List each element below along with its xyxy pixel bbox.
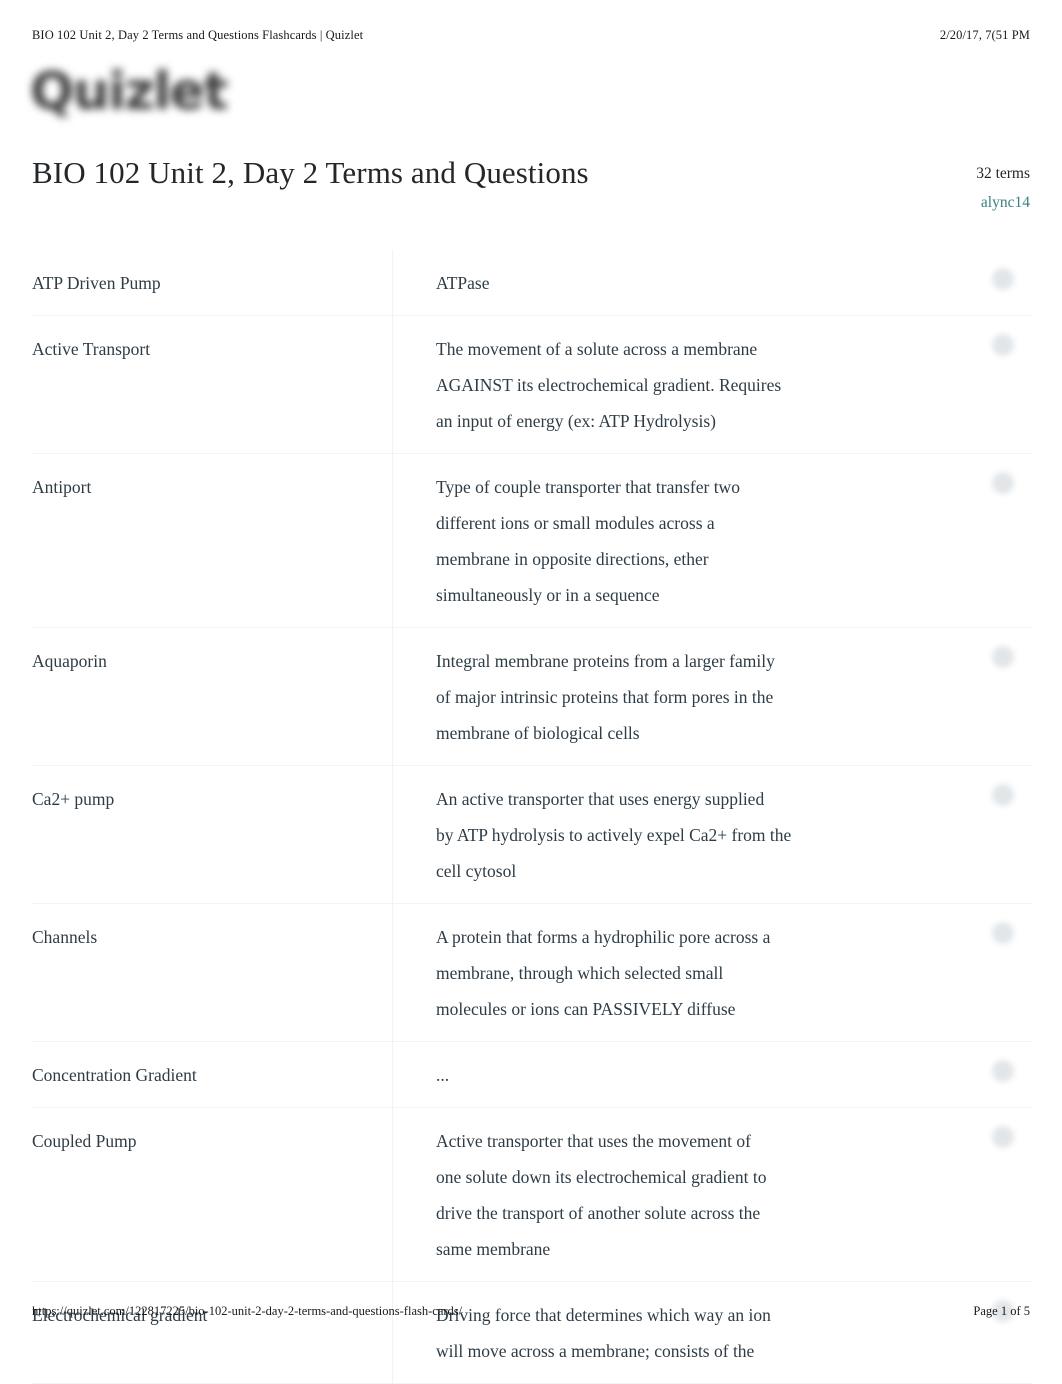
flashcard-term: Active Transport (32, 339, 151, 359)
print-header: BIO 102 Unit 2, Day 2 Terms and Question… (0, 0, 1062, 55)
audio-icon[interactable] (992, 268, 1014, 290)
flashcard-definition: An active transporter that uses energy s… (436, 789, 792, 881)
quizlet-logo-wordmark: Quizlet (30, 62, 228, 122)
flashcard-definition: ATPase (436, 273, 490, 293)
flashcard-term: Concentration Gradient (32, 1065, 197, 1085)
audio-icon[interactable] (992, 472, 1014, 494)
page-title: BIO 102 Unit 2, Day 2 Terms and Question… (32, 155, 589, 190)
flashcard-term: Aquaporin (32, 651, 107, 671)
flashcard-definition: ... (436, 1065, 450, 1085)
flashcard-row: Channels A protein that forms a hydrophil… (32, 904, 1032, 1042)
author-link[interactable]: alync14 (900, 192, 1030, 214)
print-footer: https://quizlet.com/122817225/bio-102-un… (0, 1304, 1062, 1319)
flashcard-term: Channels (32, 927, 98, 947)
flashcard-term: ATP Driven Pump (32, 273, 161, 293)
flashcard-term: Ca2+ pump (32, 789, 115, 809)
flashcard-definition: Integral membrane proteins from a larger… (436, 651, 775, 743)
audio-icon[interactable] (992, 646, 1014, 668)
flashcard-row: Active Transport The movement of a solute… (32, 316, 1032, 454)
flashcard-definition: The movement of a solute across a membra… (436, 339, 782, 431)
flashcard-row: Concentration Gradient... (32, 1042, 1032, 1108)
audio-icon[interactable] (992, 784, 1014, 806)
print-footer-url: https://quizlet.com/122817225/bio-102-un… (32, 1304, 463, 1318)
set-meta: 32 terms alync14 (900, 152, 1030, 214)
flashcard-row: Electrochemical gradient Driving force th… (32, 1282, 1032, 1384)
set-header: BIO 102 Unit 2, Day 2 Terms and Question… (32, 152, 1030, 214)
print-header-document-title: BIO 102 Unit 2, Day 2 Terms and Question… (32, 28, 364, 42)
flashcard-definition: Active transporter that uses the movemen… (436, 1131, 767, 1259)
flashcard-row: Aquaporin Integral membrane proteins from… (32, 628, 1032, 766)
flashcard-definition: A protein that forms a hydrophilic pore … (436, 927, 771, 1019)
term-count: 32 terms (976, 165, 1030, 182)
flashcard-row: Ca2+ pump An active transporter that uses… (32, 766, 1032, 904)
flashcard-term: Antiport (32, 477, 92, 497)
flashcard-list: ATP Driven Pump ATPase Active Transport The… (32, 250, 1032, 1384)
print-footer-page-label: Page 1 of 5 (973, 1304, 1030, 1318)
print-header-timestamp: 2/20/17, 7(51 PM (939, 28, 1030, 42)
flashcard-row: Coupled Pump Active transporter that uses… (32, 1108, 1032, 1282)
audio-icon[interactable] (992, 922, 1014, 944)
flashcard-term: Coupled Pump (32, 1131, 137, 1151)
flashcard-definition: Type of couple transporter that transfer… (436, 477, 740, 605)
flashcard-row: Antiport Type of couple transporter that … (32, 454, 1032, 628)
audio-icon[interactable] (992, 1126, 1014, 1148)
flashcard-row: ATP Driven Pump ATPase (32, 250, 1032, 316)
quizlet-logo[interactable]: Quizlet (30, 64, 310, 126)
audio-icon[interactable] (992, 334, 1014, 356)
audio-icon[interactable] (992, 1060, 1014, 1082)
